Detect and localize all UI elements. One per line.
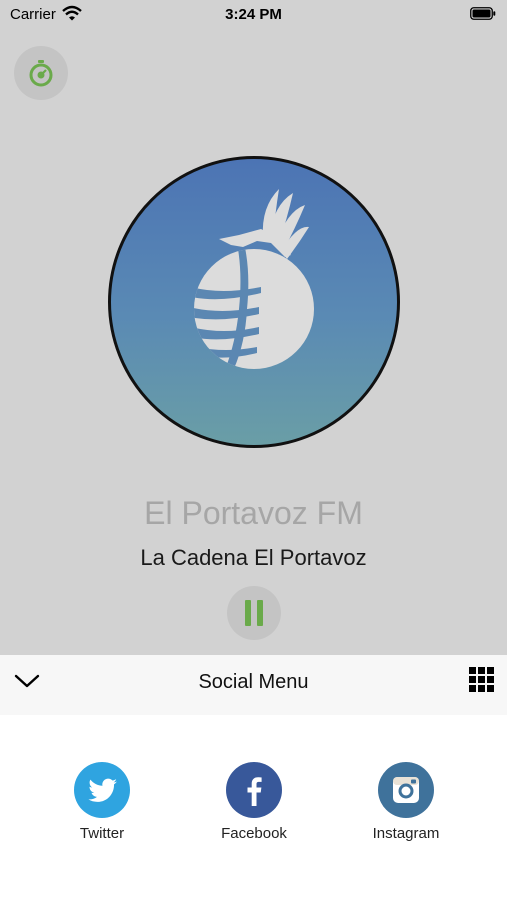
social-menu-header: Social Menu <box>0 655 507 715</box>
pause-button[interactable] <box>227 586 281 640</box>
clock: 3:24 PM <box>225 6 282 23</box>
instagram-icon <box>378 762 434 818</box>
sleep-timer-button[interactable] <box>14 46 68 100</box>
instagram-label: Instagram <box>372 825 440 842</box>
grid-menu-icon[interactable] <box>469 667 495 693</box>
track-name: La Cadena El Portavoz <box>140 545 367 570</box>
twitter-label: Twitter <box>79 825 125 842</box>
player-panel: Carrier 3:24 PM El Portavoz FM La Cadena… <box>0 0 507 655</box>
social-menu-title: Social Menu <box>198 671 309 693</box>
twitter-icon <box>74 762 130 818</box>
timer-icon <box>29 60 53 87</box>
station-logo <box>108 156 400 448</box>
instagram-button[interactable]: Instagram <box>351 762 461 842</box>
facebook-label: Facebook <box>221 825 287 842</box>
station-name: El Portavoz FM <box>144 495 363 531</box>
status-bar: Carrier 3:24 PM <box>0 0 507 30</box>
battery-icon <box>470 7 496 20</box>
facebook-icon <box>226 762 282 818</box>
facebook-button[interactable]: Facebook <box>199 762 309 842</box>
twitter-button[interactable]: Twitter <box>47 762 157 842</box>
